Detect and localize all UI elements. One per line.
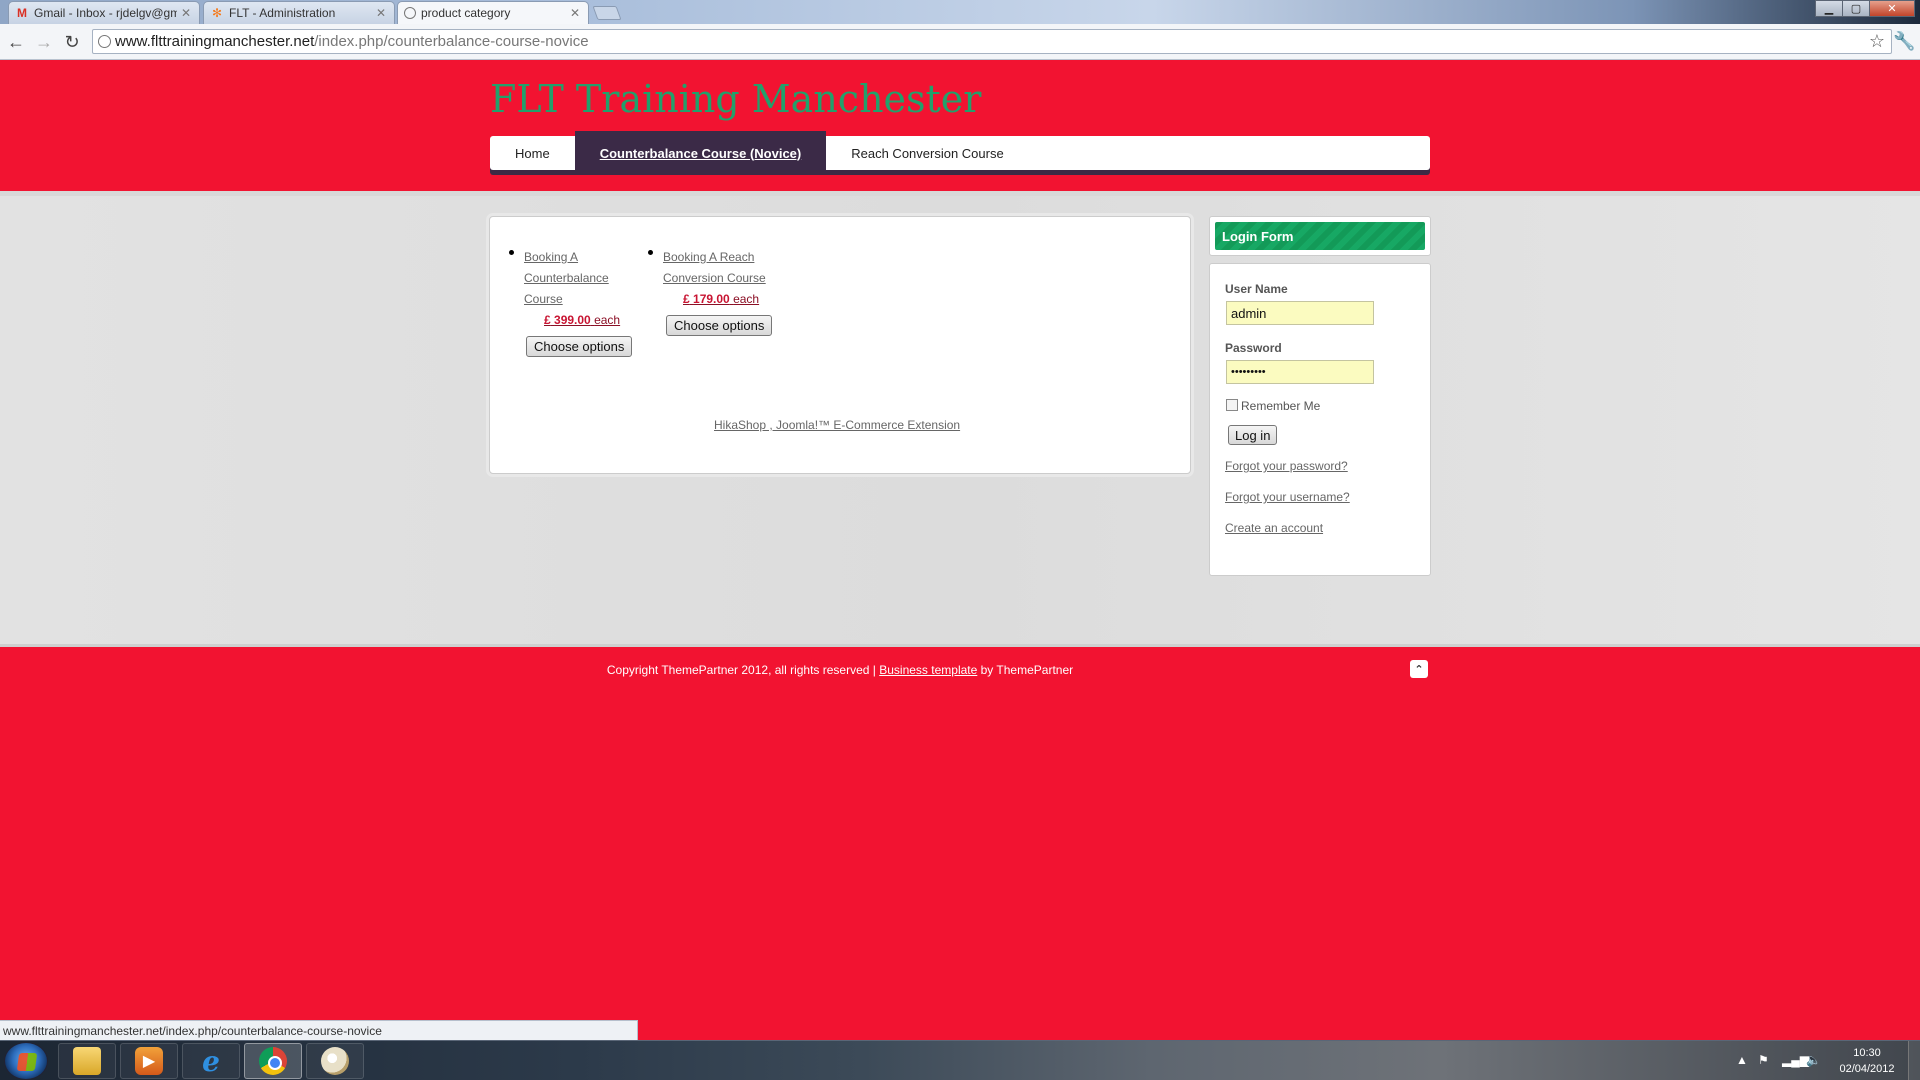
media-player-icon: ▶ (135, 1047, 163, 1075)
explorer-icon (73, 1047, 101, 1075)
price-amount: 179.00 (693, 292, 730, 306)
close-window-icon[interactable]: ✕ (1869, 0, 1915, 17)
new-tab-button[interactable] (592, 6, 622, 20)
volume-icon[interactable]: 🔈 (1806, 1053, 1821, 1067)
product-price: £ 399.00 each (524, 310, 634, 331)
product-link[interactable]: Conversion Course (663, 268, 793, 289)
password-input[interactable]: ••••••••• (1226, 360, 1374, 384)
nav-item-reach-conversion-course[interactable]: Reach Conversion Course (826, 136, 1028, 170)
url-path: /index.php/counterbalance-course-novice (314, 33, 589, 50)
show-hidden-icons-icon[interactable]: ▲ (1736, 1053, 1748, 1067)
product-link[interactable]: Course (524, 289, 634, 310)
page-icon (404, 7, 416, 19)
nav-item-counterbalance-course[interactable]: Counterbalance Course (Novice) (574, 131, 827, 170)
password-label: Password (1225, 341, 1282, 355)
clock-date: 02/04/2012 (1839, 1063, 1895, 1075)
globe-icon (98, 35, 111, 48)
product-item: Booking A Counterbalance Course £ 399.00… (509, 247, 634, 331)
product-link[interactable]: Counterbalance (524, 268, 634, 289)
copyright-suffix: by ThemePartner (977, 663, 1074, 677)
windows-taskbar: ▶ e ▲ ⚑ ▂▄▆ 🔈 10:30 02/04/2012 (0, 1040, 1920, 1080)
copyright-text: Copyright ThemePartner 2012, all rights … (0, 663, 1680, 677)
forward-arrow-icon[interactable]: → (33, 31, 55, 53)
tab-title: product category (421, 6, 511, 20)
system-clock[interactable]: 10:30 02/04/2012 (1832, 1045, 1902, 1077)
site-footer: Copyright ThemePartner 2012, all rights … (0, 650, 1920, 1040)
reload-icon[interactable]: ↻ (61, 31, 83, 53)
username-input[interactable]: admin (1226, 301, 1374, 325)
tab-close-icon[interactable]: ✕ (376, 6, 386, 20)
tab-product-category[interactable]: product category ✕ (397, 1, 589, 24)
show-desktop-button[interactable] (1908, 1041, 1920, 1080)
url-domain: www.flttrainingmanchester.net (115, 33, 315, 50)
bookmark-star-icon[interactable]: ☆ (1869, 31, 1885, 52)
gmail-icon: M (17, 6, 27, 20)
tab-close-icon[interactable]: ✕ (181, 6, 191, 20)
log-in-button[interactable]: Log in (1228, 425, 1278, 445)
price-currency: £ (544, 313, 551, 327)
business-template-link[interactable]: Business template (879, 663, 977, 677)
system-tray: ▲ ⚑ ▂▄▆ 🔈 10:30 02/04/2012 (1730, 1041, 1920, 1080)
tab-title: FLT - Administration (229, 6, 336, 20)
login-title: Login Form (1215, 222, 1425, 250)
windows-logo-icon (16, 1053, 38, 1071)
taskbar-explorer[interactable] (58, 1043, 116, 1079)
nav-item-home[interactable]: Home (490, 136, 575, 170)
product-listing: Booking A Counterbalance Course £ 399.00… (489, 216, 1191, 474)
maximize-icon[interactable]: ▢ (1842, 0, 1870, 17)
back-arrow-icon[interactable]: ← (5, 31, 27, 53)
joomla-icon: ✻ (211, 6, 223, 20)
browser-status-bar: www.flttrainingmanchester.net/index.php/… (0, 1020, 638, 1040)
price-amount: 399.00 (554, 313, 591, 327)
taskbar-chrome[interactable] (244, 1043, 302, 1079)
web-page: FLT Training Manchester Home Counterbala… (0, 61, 1920, 1040)
chrome-icon (259, 1047, 287, 1075)
taskbar-media-player[interactable]: ▶ (120, 1043, 178, 1079)
minimize-icon[interactable]: ▁ (1815, 0, 1843, 17)
login-header: Login Form (1209, 216, 1431, 256)
start-button[interactable] (4, 1042, 48, 1080)
action-center-flag-icon[interactable]: ⚑ (1758, 1053, 1769, 1067)
tab-administration[interactable]: ✻ FLT - Administration ✕ (203, 1, 395, 24)
product-link[interactable]: Booking A Reach (663, 247, 793, 268)
taskbar-paint[interactable] (306, 1043, 364, 1079)
copyright-prefix: Copyright ThemePartner 2012, all rights … (606, 663, 880, 677)
tab-gmail[interactable]: M Gmail - Inbox - rjdelgv@gm ✕ (8, 1, 200, 24)
product-link[interactable]: Booking A (524, 247, 634, 268)
scroll-to-top-icon[interactable]: ⌃ (1410, 660, 1428, 678)
username-label: User Name (1225, 282, 1288, 296)
content-area: Booking A Counterbalance Course £ 399.00… (0, 191, 1920, 647)
create-account-link[interactable]: Create an account (1225, 521, 1323, 535)
price-unit: each (594, 313, 621, 327)
price-unit: each (733, 292, 760, 306)
list-bullet (648, 250, 653, 255)
browser-tab-bar: M Gmail - Inbox - rjdelgv@gm ✕ ✻ FLT - A… (0, 0, 1920, 24)
clock-time: 10:30 (1853, 1047, 1881, 1059)
site-header: FLT Training Manchester Home Counterbala… (0, 61, 1920, 191)
forgot-username-link[interactable]: Forgot your username? (1225, 490, 1350, 504)
site-logo[interactable]: FLT Training Manchester (490, 77, 981, 121)
tab-close-icon[interactable]: ✕ (570, 6, 580, 20)
price-currency: £ (683, 292, 690, 306)
choose-options-button[interactable]: Choose options (666, 315, 773, 336)
forgot-password-link[interactable]: Forgot your password? (1225, 459, 1348, 473)
hikashop-link[interactable]: HikaShop , Joomla!™ E-Commerce Extension (714, 418, 960, 432)
product-price: £ 179.00 each (663, 289, 793, 310)
paint-icon (321, 1047, 349, 1075)
product-item: Booking A Reach Conversion Course £ 179.… (648, 247, 793, 310)
network-icon[interactable]: ▂▄▆ (1782, 1053, 1809, 1067)
browser-toolbar: ← → ↻ www.flttrainingmanchester.net/inde… (0, 24, 1920, 60)
login-module: Login Form User Name admin Password ••••… (1209, 216, 1431, 576)
wrench-icon[interactable]: 🔧 (1893, 31, 1915, 52)
remember-me-checkbox[interactable] (1226, 399, 1238, 411)
main-navigation: Home Counterbalance Course (Novice) Reac… (490, 131, 1430, 170)
internet-explorer-icon: e (202, 1044, 220, 1078)
remember-me-label: Remember Me (1241, 399, 1321, 413)
tab-title: Gmail - Inbox - rjdelgv@gm (34, 6, 177, 20)
choose-options-button[interactable]: Choose options (526, 336, 633, 357)
taskbar-internet-explorer[interactable]: e (182, 1043, 240, 1079)
list-bullet (509, 250, 514, 255)
address-bar[interactable]: www.flttrainingmanchester.net/index.php/… (92, 29, 1892, 54)
login-form: User Name admin Password ••••••••• Remem… (1209, 263, 1431, 576)
